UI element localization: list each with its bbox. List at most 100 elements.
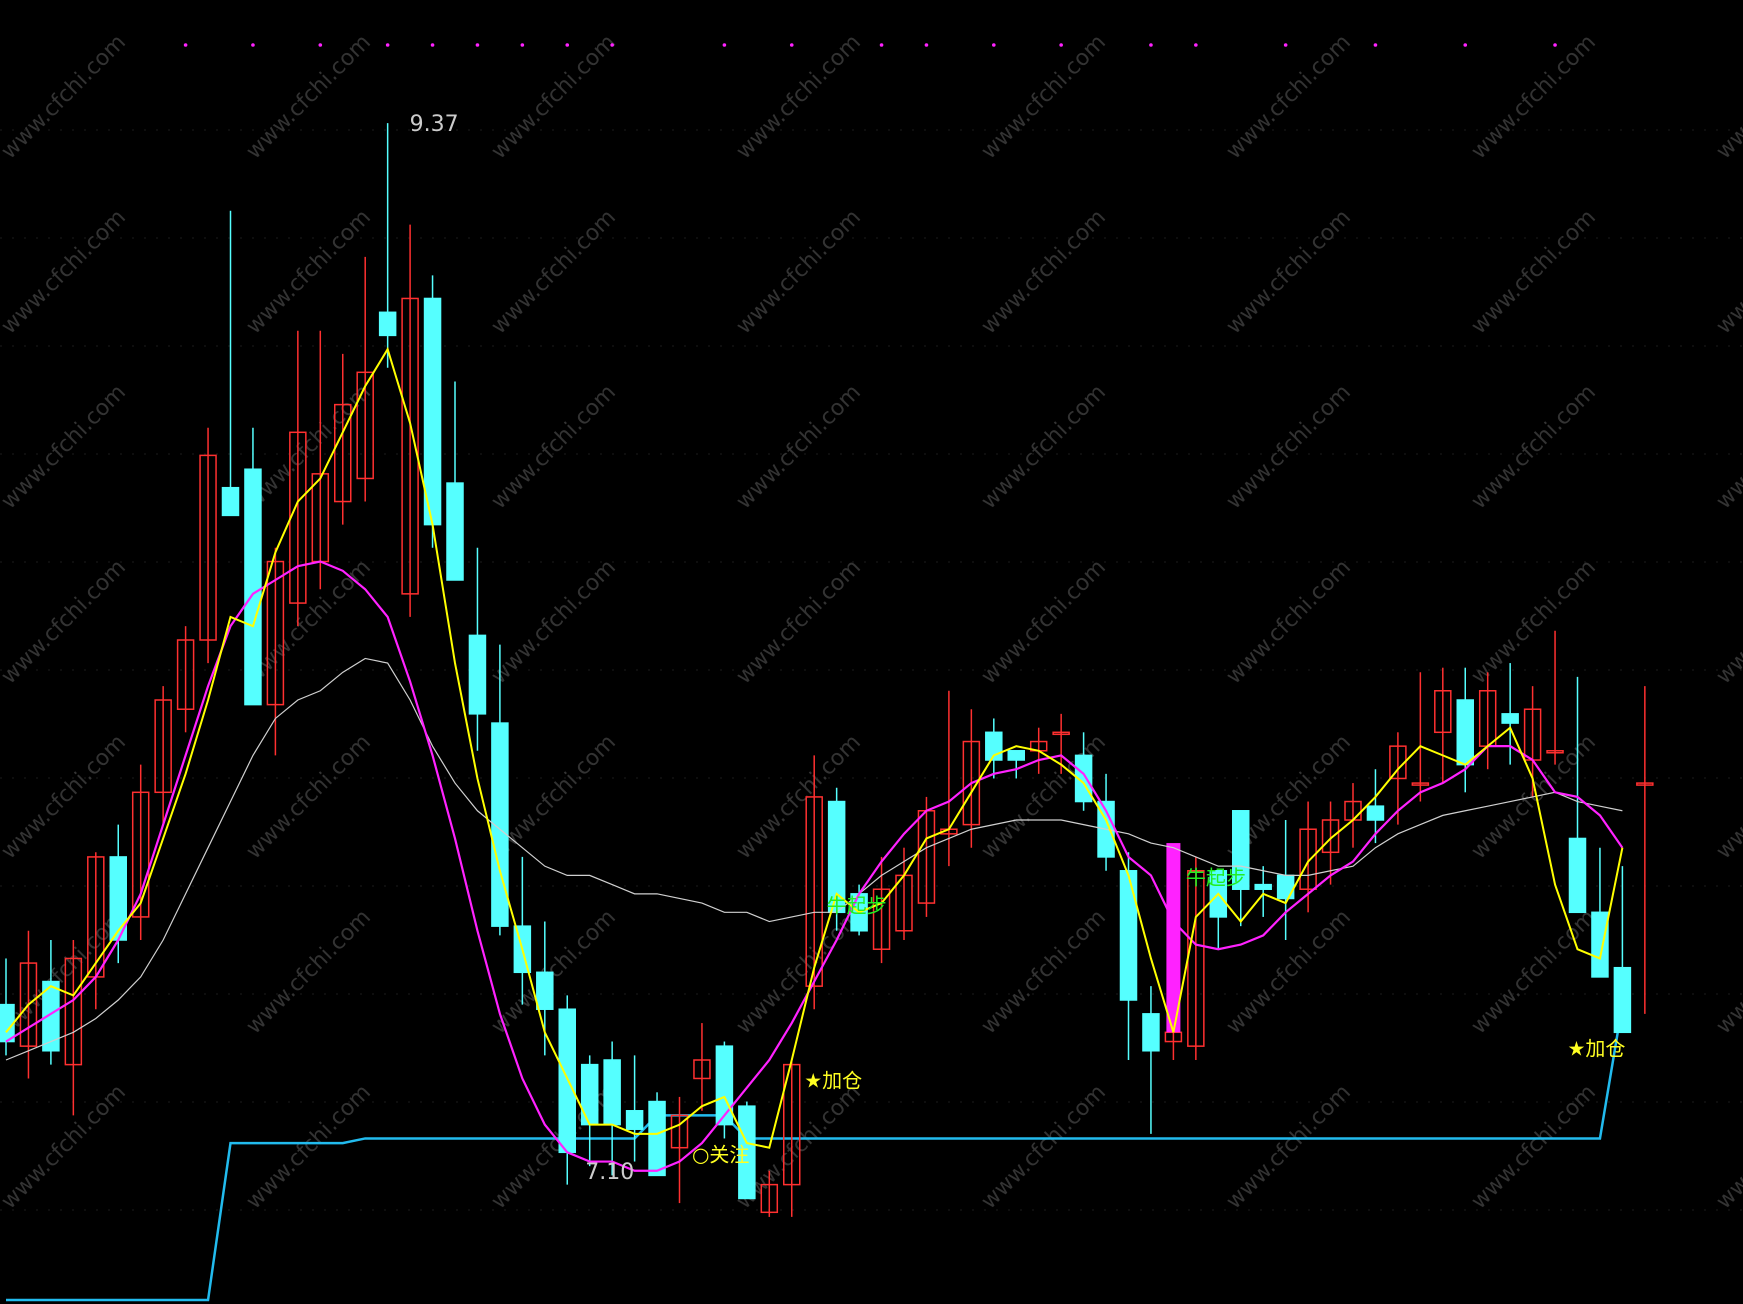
marker-dot: [430, 43, 435, 47]
marker-dot: [385, 43, 390, 47]
marker-dot: [1283, 43, 1288, 47]
candle-body: [1366, 805, 1385, 821]
watermark-text: www.cfchi.com: [1222, 1080, 1356, 1214]
signal-label: ○关注: [692, 1143, 749, 1167]
marker-dot: [251, 43, 255, 47]
watermark-text: www.cfchi.com: [0, 730, 131, 864]
low-price-label: 7.10: [585, 1160, 634, 1185]
watermark-text: www.cfchi.com: [242, 1080, 376, 1214]
candle-body: [1276, 874, 1295, 900]
watermark-text: www.cfchi.com: [487, 205, 621, 339]
watermark-text: www.cfchi.com: [732, 380, 866, 514]
candle-body: [625, 1110, 644, 1130]
watermark-text: www.cfchi.com: [1222, 205, 1356, 339]
watermark-text: www.cfchi.com: [0, 1080, 131, 1214]
watermark-text: www.cfchi.com: [732, 730, 866, 864]
candle-body: [0, 1003, 15, 1043]
marker-dot: [610, 43, 614, 47]
watermark-text: www.cfchi.com: [1467, 380, 1601, 514]
watermark-text: www.cfchi.com: [1467, 555, 1601, 689]
candle-body: [423, 297, 442, 526]
watermark-text: www.cfchi.com: [732, 205, 866, 339]
watermark-text: www.cfchi.com: [1222, 380, 1356, 514]
marker-dot: [1194, 43, 1198, 47]
high-price-label: 9.37: [410, 112, 459, 137]
marker-dot: [1463, 43, 1468, 47]
candle-body: [1119, 870, 1138, 1001]
signal-label: 牛起步: [827, 893, 887, 917]
signal-label: ★加仓: [804, 1069, 862, 1093]
marker-dot: [879, 43, 884, 47]
watermark-text: www.cfchi.com: [977, 380, 1111, 514]
candle-body: [1456, 699, 1474, 766]
watermark-text: www.cfchi.com: [977, 905, 1111, 1039]
signal-label: 牛起步: [1186, 866, 1246, 890]
candle-body: [558, 1008, 576, 1154]
marker-dot: [789, 43, 794, 47]
marker-dot: [183, 43, 188, 47]
candle-body: [244, 468, 262, 706]
watermark-text: www.cfchi.com: [1712, 1080, 1743, 1214]
marker-dot: [565, 43, 570, 47]
watermark-text: www.cfchi.com: [732, 30, 866, 164]
watermark-text: www.cfchi.com: [1222, 905, 1356, 1039]
watermark-text: www.cfchi.com: [1712, 205, 1743, 339]
candle-body: [1254, 883, 1272, 890]
candle-body: [1568, 837, 1587, 914]
watermark-text: www.cfchi.com: [1467, 905, 1601, 1039]
candle-body: [715, 1045, 734, 1126]
marker-dot: [475, 43, 480, 47]
candle-body: [648, 1100, 666, 1177]
candle-body: [468, 634, 487, 715]
watermark-text: www.cfchi.com: [242, 730, 376, 864]
watermark-text: www.cfchi.com: [1712, 730, 1743, 864]
watermark-text: www.cfchi.com: [977, 205, 1111, 339]
watermark-text: www.cfchi.com: [1712, 555, 1743, 689]
marker-dot: [1149, 43, 1153, 47]
watermark-text: www.cfchi.com: [0, 205, 131, 339]
marker-dot: [1553, 43, 1557, 47]
marker-dot: [722, 43, 727, 47]
marker-dot: [1373, 43, 1378, 47]
watermark-text: www.cfchi.com: [1467, 1080, 1601, 1214]
candle-body: [603, 1059, 621, 1126]
watermark-text: www.cfchi.com: [242, 205, 376, 339]
watermark-text: www.cfchi.com: [977, 30, 1111, 164]
watermark-text: www.cfchi.com: [487, 380, 621, 514]
watermark-text: www.cfchi.com: [977, 555, 1111, 689]
marker-dot: [520, 43, 525, 47]
watermark-text: www.cfchi.com: [732, 905, 866, 1039]
candle-body: [1142, 1013, 1160, 1052]
marker-dot: [992, 43, 996, 47]
watermark-text: www.cfchi.com: [1467, 30, 1601, 164]
support-line: [6, 1004, 1624, 1302]
watermark-text: www.cfchi.com: [487, 1080, 621, 1214]
watermark-text: www.cfchi.com: [242, 380, 376, 514]
watermark-text: www.cfchi.com: [1712, 380, 1743, 514]
candlestick-chart: www.cfchi.com www.cfchi.com www.cfchi.com w…: [0, 30, 1743, 1302]
watermark-text: www.cfchi.com: [0, 555, 131, 689]
candle-body: [580, 1063, 599, 1126]
watermark-text: www.cfchi.com: [487, 30, 621, 164]
marker-dot: [924, 43, 929, 47]
watermark-text: www.cfchi.com: [1222, 30, 1356, 164]
watermark-text: www.cfchi.com: [487, 555, 621, 689]
candle-body: [1007, 750, 1025, 761]
candle-body: [1591, 911, 1609, 978]
watermark-text: www.cfchi.com: [242, 30, 376, 164]
candle-body: [1501, 713, 1519, 724]
candle-body: [536, 971, 554, 1010]
watermark-text: www.cfchi.com: [977, 1080, 1111, 1214]
watermark-text: www.cfchi.com: [1712, 905, 1743, 1039]
watermark-text: www.cfchi.com: [242, 555, 376, 689]
watermark-text: www.cfchi.com: [732, 555, 866, 689]
candle-body: [221, 486, 240, 517]
watermark-text: www.cfchi.com: [1222, 555, 1356, 689]
candle-body: [1613, 966, 1632, 1034]
marker-dot: [1059, 43, 1063, 47]
candle-body: [378, 311, 397, 337]
watermark-text: www.cfchi.com: [1712, 30, 1743, 164]
watermark-text: www.cfchi.com: [242, 905, 376, 1039]
watermark-text: www.cfchi.com: [0, 380, 131, 514]
marker-dot: [318, 43, 323, 47]
